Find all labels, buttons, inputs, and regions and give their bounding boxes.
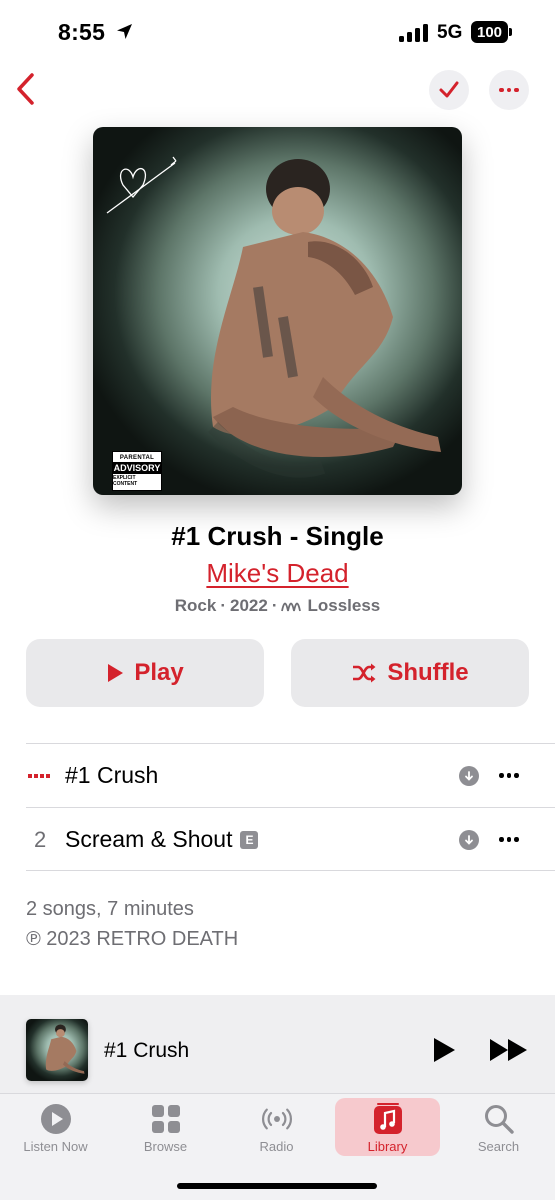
tab-label: Radio (259, 1139, 294, 1154)
grid-icon (149, 1102, 183, 1136)
fast-forward-icon[interactable] (489, 1037, 529, 1063)
search-icon (482, 1102, 516, 1136)
back-button[interactable] (12, 70, 42, 108)
chevron-left-icon (17, 73, 34, 105)
home-indicator (177, 1183, 377, 1189)
meta-separator: · (220, 596, 226, 615)
tab-label: Browse (143, 1139, 188, 1154)
play-circle-icon (39, 1102, 73, 1136)
tab-label: Library (367, 1139, 408, 1154)
album-summary: 2 songs, 7 minutes (26, 898, 194, 920)
added-to-library-button[interactable] (429, 70, 469, 110)
status-time: 8:55 (58, 19, 106, 45)
parental-line-2: ADVISORY (113, 462, 161, 474)
track-row[interactable]: 2 Scream & Shout E (0, 808, 555, 871)
network-type: 5G (437, 22, 463, 43)
download-icon[interactable] (459, 765, 479, 786)
ellipsis-icon (499, 773, 519, 778)
track-number: 2 (34, 826, 47, 852)
play-icon[interactable] (432, 1037, 456, 1063)
album-genre: Rock (174, 596, 217, 615)
play-button[interactable]: Play (26, 639, 264, 707)
battery-icon: 100 (471, 21, 508, 43)
play-icon (108, 664, 124, 682)
more-options-button[interactable] (489, 70, 529, 110)
meta-separator: · (271, 596, 278, 615)
cover-signature (106, 156, 441, 478)
parental-line-3: EXPLICIT CONTENT (113, 475, 138, 487)
track-title-text: Scream & Shout (65, 826, 233, 852)
artist-link[interactable]: Mike's Dead (0, 558, 555, 589)
parental-line-1: PARENTAL (119, 455, 155, 461)
track-row[interactable]: #1 Crush (0, 744, 555, 807)
tab-label: Search (477, 1139, 520, 1154)
battery-nub (509, 28, 512, 36)
ellipsis-icon (499, 837, 519, 842)
now-playing-icon (28, 774, 50, 778)
tab-listen-now[interactable]: Listen Now (3, 1098, 108, 1156)
battery-level: 100 (476, 23, 503, 41)
album-meta: Rock · 2022 · Lossless (0, 596, 555, 616)
album-year: 2022 (229, 596, 268, 615)
tab-radio[interactable]: Radio (224, 1098, 329, 1156)
tab-search[interactable]: Search (446, 1098, 551, 1156)
shuffle-icon (353, 663, 376, 683)
tab-browse[interactable]: Browse (113, 1098, 218, 1156)
mini-player[interactable]: #1 Crush (0, 995, 555, 1093)
album-artwork: PARENTAL ADVISORY EXPLICIT CONTENT (93, 127, 462, 495)
album-quality: Lossless (307, 596, 381, 615)
track-divider (26, 870, 555, 871)
download-icon[interactable] (459, 829, 479, 850)
track-title: Scream & Shout E (65, 826, 259, 853)
play-label: Play (134, 659, 184, 686)
shuffle-button[interactable]: Shuffle (291, 639, 529, 707)
music-note-icon (371, 1102, 405, 1136)
ellipsis-icon (499, 87, 519, 93)
location-arrow-icon (117, 24, 132, 39)
track-more-button[interactable] (496, 766, 522, 786)
track-more-button[interactable] (496, 830, 522, 850)
mini-player-title: #1 Crush (104, 1039, 190, 1062)
mini-player-artwork (26, 1019, 88, 1081)
track-title: #1 Crush (65, 762, 159, 788)
tab-label: Listen Now (23, 1139, 88, 1154)
shuffle-label: Shuffle (387, 659, 469, 686)
album-title: #1 Crush - Single (171, 521, 384, 551)
explicit-badge: E (240, 831, 259, 849)
lossless-icon (281, 602, 302, 612)
checkmark-icon (439, 81, 459, 98)
parental-advisory-label: PARENTAL ADVISORY EXPLICIT CONTENT (112, 451, 162, 491)
tab-library[interactable]: Library (335, 1098, 440, 1156)
status-bar: 8:55 5G 100 (0, 0, 555, 64)
copyright: ℗ 2023 RETRO DEATH (26, 928, 239, 950)
radio-waves-icon (260, 1102, 294, 1136)
cellular-signal-icon (399, 24, 429, 42)
